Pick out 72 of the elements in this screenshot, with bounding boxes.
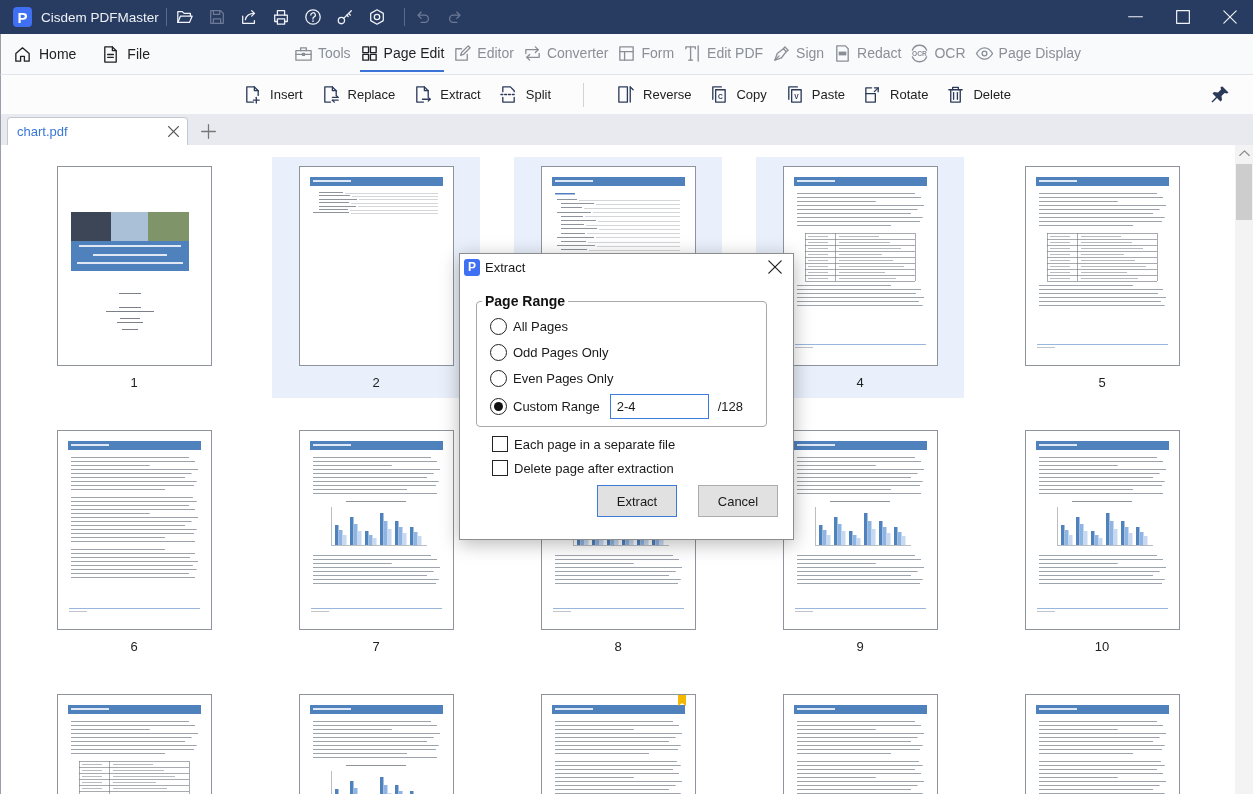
- scrollbar[interactable]: [1235, 145, 1253, 794]
- radio-option[interactable]: Odd Pages Only: [490, 343, 609, 361]
- checkbox[interactable]: [492, 436, 508, 452]
- trash-icon: [946, 85, 966, 104]
- split-button[interactable]: Split: [498, 80, 552, 109]
- page-item[interactable]: 5: [998, 157, 1206, 398]
- page-item[interactable]: 6: [30, 421, 238, 662]
- replace-button[interactable]: Replace: [320, 80, 396, 109]
- nav-item[interactable]: Home: [13, 40, 77, 68]
- help-icon: [303, 8, 322, 26]
- checkbox[interactable]: [492, 460, 508, 476]
- bookmark-icon[interactable]: [677, 695, 686, 706]
- radio-option[interactable]: Custom Range: [490, 397, 600, 415]
- close-icon: [1222, 10, 1237, 24]
- page-flip-icon: [616, 85, 636, 104]
- page-number: 4: [856, 374, 864, 391]
- insert-button[interactable]: Insert: [243, 80, 303, 109]
- page-total: /128: [717, 398, 744, 414]
- page-number: 8: [614, 638, 622, 655]
- form-icon: [617, 43, 637, 63]
- nav-tab[interactable]: Page Edit: [359, 34, 445, 72]
- reverse-button[interactable]: Reverse: [616, 80, 692, 109]
- page-number: 6: [130, 638, 138, 655]
- settings-icon: [367, 8, 386, 26]
- confirm-button[interactable]: Extract: [597, 485, 677, 517]
- page-item[interactable]: 7: [272, 421, 480, 662]
- grid-icon: [359, 43, 379, 63]
- pin-icon: [1210, 84, 1230, 105]
- page-plus-icon: [243, 85, 263, 104]
- pen-nib-icon: [772, 43, 792, 63]
- document-tab[interactable]: chart.pdf: [7, 117, 188, 145]
- page-range-field[interactable]: 2-4: [609, 393, 709, 419]
- minimize-icon: [1128, 16, 1143, 18]
- share-icon: [239, 8, 258, 26]
- swap-arrows-icon: [522, 43, 542, 63]
- page-number: 10: [1094, 638, 1110, 655]
- cancel-button[interactable]: Cancel: [698, 485, 778, 517]
- caret-up-icon: [1238, 150, 1250, 157]
- new-tab-button[interactable]: [199, 122, 217, 140]
- page-item[interactable]: 10: [998, 421, 1206, 662]
- home-icon: [13, 44, 32, 64]
- radio-option[interactable]: Even Pages Only: [490, 369, 614, 387]
- group-title: Page Range: [484, 293, 567, 309]
- page-split-icon: [498, 85, 518, 104]
- page-number: 9: [856, 638, 864, 655]
- radio-option[interactable]: All Pages: [490, 317, 568, 335]
- app-name: Cisdem PDFMaster: [41, 9, 159, 25]
- close-tab-button[interactable]: [165, 123, 181, 140]
- app-logo: P: [464, 258, 480, 276]
- pencil-square-icon: [453, 43, 473, 63]
- page-export-icon: [413, 85, 433, 104]
- printer-icon: [271, 8, 290, 26]
- dialog-title: Extract: [485, 259, 526, 275]
- scrollbar-thumb[interactable]: [1236, 164, 1252, 220]
- page-number: 2: [372, 374, 380, 391]
- nav-item[interactable]: File: [101, 40, 150, 68]
- close-icon: [768, 260, 782, 274]
- rotate-button[interactable]: Rotate: [863, 80, 929, 109]
- checkbox-option[interactable]: Each page in a separate file: [492, 432, 793, 456]
- extract-button[interactable]: Extract: [413, 80, 481, 109]
- page-number: 5: [1098, 374, 1106, 391]
- checkbox-option[interactable]: Delete page after extraction: [492, 456, 793, 480]
- close-icon: [167, 126, 179, 137]
- folder-icon: [175, 8, 194, 26]
- plus-icon: [200, 123, 216, 139]
- page-item[interactable]: 1: [30, 157, 238, 398]
- key-icon: [335, 8, 354, 26]
- maximize-icon: [1175, 10, 1190, 24]
- page-number: 7: [372, 638, 380, 655]
- delete-button[interactable]: Delete: [946, 80, 1011, 109]
- app-logo: P: [13, 7, 32, 27]
- page-number: 1: [130, 374, 138, 391]
